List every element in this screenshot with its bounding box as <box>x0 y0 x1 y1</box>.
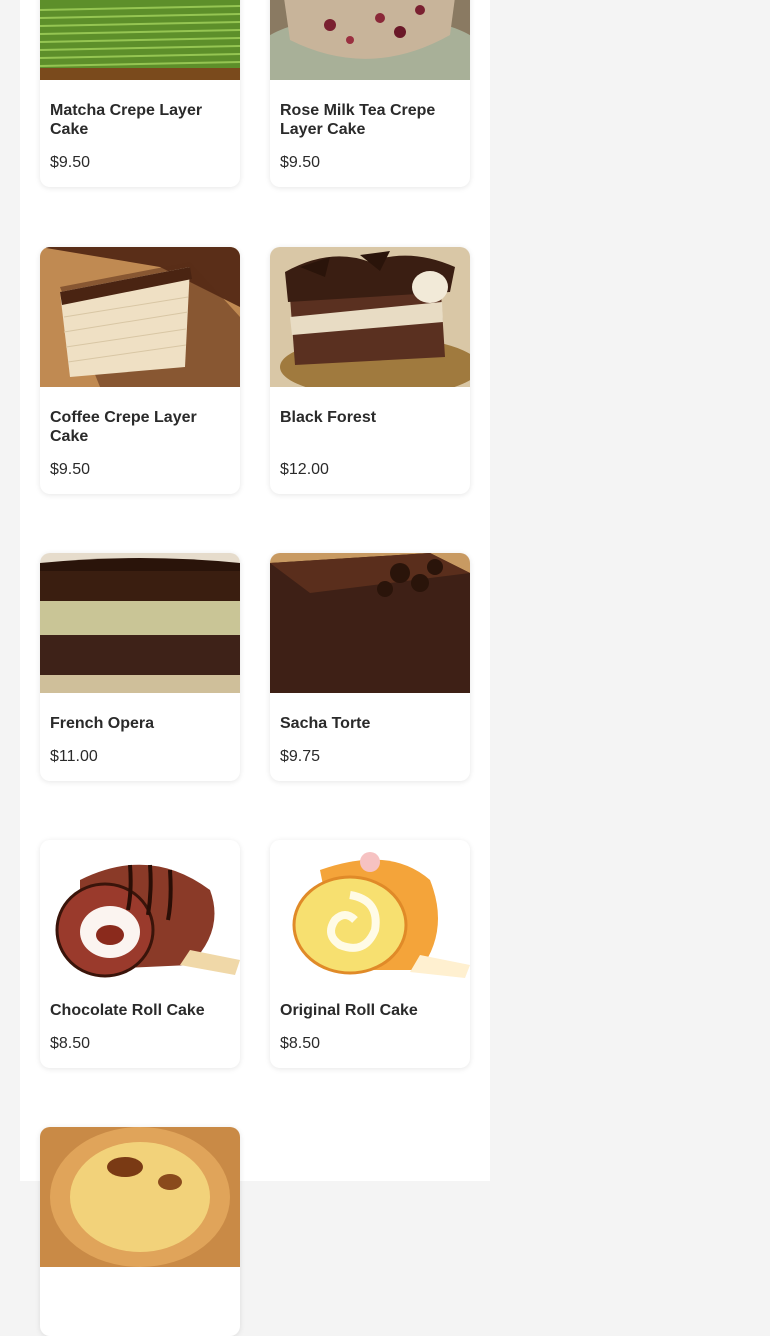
menu-item-card[interactable]: Chocolate Roll Cake $8.50 <box>40 840 240 1068</box>
item-price: $9.75 <box>280 748 321 765</box>
menu-item-card[interactable] <box>40 1127 240 1336</box>
menu-item-card[interactable]: Original Roll Cake $8.50 <box>270 840 470 1068</box>
item-name: French Opera <box>50 715 155 732</box>
item-price: $8.50 <box>280 1035 321 1052</box>
egg-tart-image <box>40 1127 240 1267</box>
black-forest-cake-image <box>270 247 470 387</box>
item-price <box>50 1321 230 1336</box>
item-name: Coffee Crepe Layer Cake <box>50 409 197 445</box>
item-name <box>50 1288 230 1307</box>
original-roll-cake-image <box>270 840 470 980</box>
item-price: $12.00 <box>280 461 329 478</box>
sacha-torte-image <box>270 553 470 693</box>
menu-item-card[interactable]: Sacha Torte $9.75 <box>270 553 470 781</box>
item-name: Matcha Crepe Layer Cake <box>50 102 203 138</box>
french-opera-cake-image <box>40 553 240 693</box>
menu-item-card[interactable]: French Opera $11.00 <box>40 553 240 781</box>
menu-panel: Matcha Crepe Layer Cake $9.50 Rose Milk … <box>20 0 490 1336</box>
item-price: $9.50 <box>50 461 91 478</box>
matcha-crepe-cake-image <box>40 0 240 80</box>
item-name: Original Roll Cake <box>280 1002 418 1019</box>
item-name: Sacha Torte <box>280 715 371 732</box>
menu-item-card[interactable]: Matcha Crepe Layer Cake $9.50 <box>40 0 240 187</box>
menu-item-card[interactable]: Coffee Crepe Layer Cake $9.50 <box>40 247 240 494</box>
menu-item-card[interactable]: Black Forest $12.00 <box>270 247 470 494</box>
menu-item-card[interactable]: Rose Milk Tea Crepe Layer Cake $9.50 <box>270 0 470 187</box>
item-price: $8.50 <box>50 1035 91 1052</box>
chocolate-roll-cake-image <box>40 840 240 980</box>
coffee-crepe-cake-image <box>40 247 240 387</box>
item-price: $9.50 <box>50 154 91 171</box>
item-name: Chocolate Roll Cake <box>50 1002 205 1019</box>
rose-milk-tea-crepe-cake-image <box>270 0 470 80</box>
item-price: $11.00 <box>50 748 98 765</box>
item-name: Black Forest <box>280 409 377 426</box>
item-price: $9.50 <box>280 154 321 171</box>
item-name: Rose Milk Tea Crepe Layer Cake <box>280 102 436 138</box>
